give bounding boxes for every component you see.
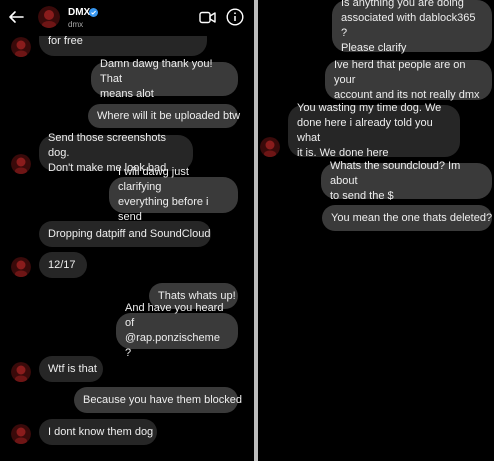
chat-header: DMX dmx [0, 0, 254, 36]
contact-avatar[interactable] [11, 362, 31, 382]
message-bubble[interactable]: Is anything you are doing associated wit… [332, 0, 492, 54]
empty-area [258, 250, 494, 461]
message-bubble[interactable]: Because you have them blocked [74, 387, 242, 413]
message-bubble[interactable]: Whats the soundcloud? Im about to send t… [321, 160, 492, 202]
contact-avatar[interactable] [11, 257, 31, 277]
contact-avatar[interactable] [11, 37, 31, 57]
video-call-icon[interactable] [199, 11, 216, 24]
message-bubble[interactable]: You wasting my time dog. We done here i … [288, 102, 460, 159]
contact-username: dmx [68, 20, 84, 29]
message-bubble[interactable]: Ive herd that people are on your account… [325, 59, 492, 101]
contact-name[interactable]: DMX [68, 7, 90, 18]
right-chat-panel: Is anything you are doing associated wit… [258, 0, 494, 250]
message-bubble[interactable]: Where will it be uploaded btw [88, 104, 240, 128]
message-bubble[interactable]: You mean the one thats deleted? [322, 205, 492, 231]
message-bubble[interactable]: Dropping datpiff and SoundCloud [39, 221, 211, 247]
left-chat-panel: DMX dmx for free Damn dawg thank you! Th… [0, 0, 254, 461]
verified-badge-icon [89, 8, 98, 17]
message-bubble[interactable]: I will dawg just clarifying everything b… [109, 166, 238, 223]
message-bubble[interactable]: I dont know them dog [39, 419, 157, 445]
contact-avatar[interactable] [11, 424, 31, 444]
message-bubble[interactable]: Wtf is that [39, 356, 103, 382]
message-bubble[interactable]: Damn dawg thank you! That means alot [91, 58, 238, 100]
contact-avatar[interactable] [11, 154, 31, 174]
message-bubble[interactable]: 12/17 [39, 252, 87, 278]
message-bubble[interactable]: And have you heard of @rap.ponzischeme ? [116, 302, 238, 359]
back-arrow-icon[interactable] [8, 9, 24, 25]
info-icon[interactable] [226, 8, 244, 26]
header-avatar[interactable] [38, 6, 60, 28]
contact-avatar[interactable] [260, 137, 280, 157]
